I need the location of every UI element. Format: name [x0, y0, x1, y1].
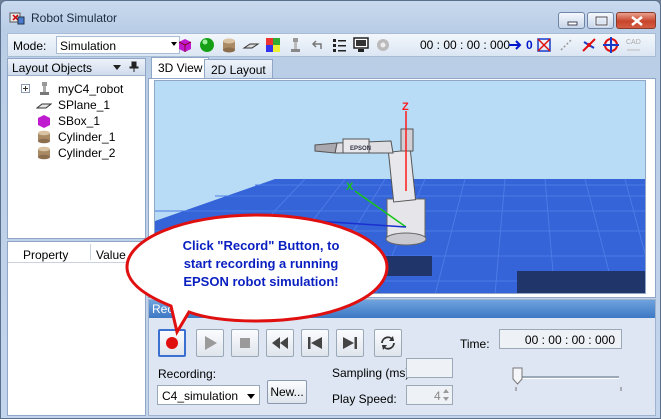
callout-line: Click "Record" Button, to — [182, 238, 340, 253]
callout-line: EPSON robot simulation! — [183, 274, 339, 289]
callout-line: start recording a running — [183, 256, 339, 271]
app-window: Robot Simulator Mode: Simulation 00 : 00… — [0, 0, 661, 419]
callout-text: Click "Record" Button, to start recordin… — [155, 237, 367, 291]
tutorial-callout — [125, 213, 389, 336]
